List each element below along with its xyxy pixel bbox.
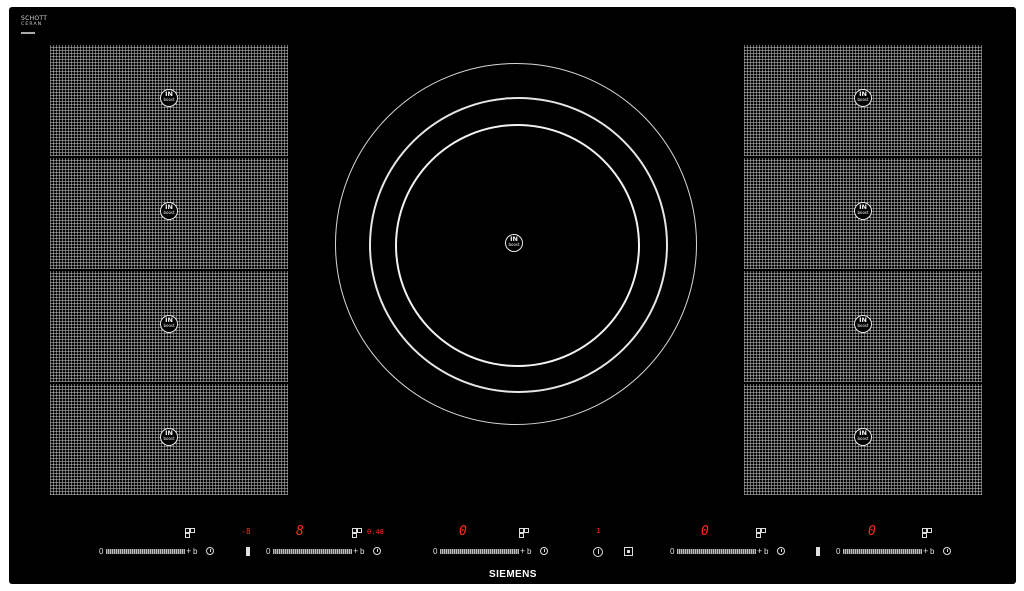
zone-select-icon[interactable] — [756, 528, 766, 538]
zone-select-icon[interactable] — [352, 528, 362, 538]
cooking-zone-right-3[interactable]: IN boost — [744, 271, 982, 382]
slider-track[interactable] — [843, 549, 922, 554]
inboost-icon: IN boost — [854, 89, 872, 107]
zone-power-display: 8 — [296, 524, 304, 539]
cooking-zone-right-4[interactable]: IN boost — [744, 384, 982, 495]
zone-mark-icon — [246, 547, 250, 556]
indicator-display: 1 — [596, 527, 601, 535]
inboost-icon: IN boost — [854, 428, 872, 446]
glass-maker-logo: SCHOTT CERAN — [21, 15, 47, 34]
power-slider-3[interactable]: 0 + b — [433, 547, 553, 557]
power-slider-5[interactable]: 0 + b — [836, 547, 956, 557]
cooking-zone-left-1[interactable]: IN boost — [50, 45, 288, 156]
cooking-zone-right-1[interactable]: IN boost — [744, 45, 982, 156]
inboost-icon: IN boost — [160, 428, 178, 446]
power-slider-4[interactable]: 0 + b — [670, 547, 790, 557]
inboost-icon: IN boost — [854, 202, 872, 220]
right-flex-zone: IN boost IN boost IN boost IN boost — [744, 45, 982, 497]
cooking-zone-left-4[interactable]: IN boost — [50, 384, 288, 495]
zone-select-icon[interactable] — [922, 528, 932, 538]
left-flex-zone: IN boost IN boost IN boost IN boost — [50, 45, 288, 497]
lock-icon[interactable] — [624, 547, 633, 556]
slider-track[interactable] — [106, 549, 185, 554]
timer-icon[interactable] — [373, 547, 381, 555]
cooking-zone-right-2[interactable]: IN boost — [744, 158, 982, 269]
zone-display-small: -8 — [241, 527, 251, 536]
zone-power-display: 0 — [701, 524, 709, 539]
inboost-icon: IN boost — [854, 315, 872, 333]
cooking-zone-left-3[interactable]: IN boost — [50, 271, 288, 382]
timer-display: 0.48 — [367, 528, 384, 536]
inboost-icon: IN boost — [505, 234, 523, 252]
zone-select-icon[interactable] — [519, 528, 529, 538]
zone-power-display: 0 — [459, 524, 467, 539]
power-icon[interactable] — [593, 547, 603, 557]
inboost-icon: IN boost — [160, 315, 178, 333]
cooking-zone-left-2[interactable]: IN boost — [50, 158, 288, 269]
power-slider-1[interactable]: 0 + b — [99, 547, 219, 557]
inboost-icon: IN boost — [160, 202, 178, 220]
slider-track[interactable] — [440, 549, 519, 554]
zone-mark-icon — [816, 547, 820, 556]
timer-icon[interactable] — [540, 547, 548, 555]
timer-icon[interactable] — [777, 547, 785, 555]
brand-logo: SIEMENS — [489, 569, 537, 580]
timer-icon[interactable] — [943, 547, 951, 555]
zone-select-icon[interactable] — [185, 528, 195, 538]
power-slider-2[interactable]: 0 + b — [266, 547, 386, 557]
slider-track[interactable] — [677, 549, 756, 554]
inboost-icon: IN boost — [160, 89, 178, 107]
timer-icon[interactable] — [206, 547, 214, 555]
slider-track[interactable] — [273, 549, 352, 554]
zone-power-display: 0 — [868, 524, 876, 539]
induction-hob: SCHOTT CERAN IN boost IN boost IN boost IN b… — [9, 7, 1016, 584]
